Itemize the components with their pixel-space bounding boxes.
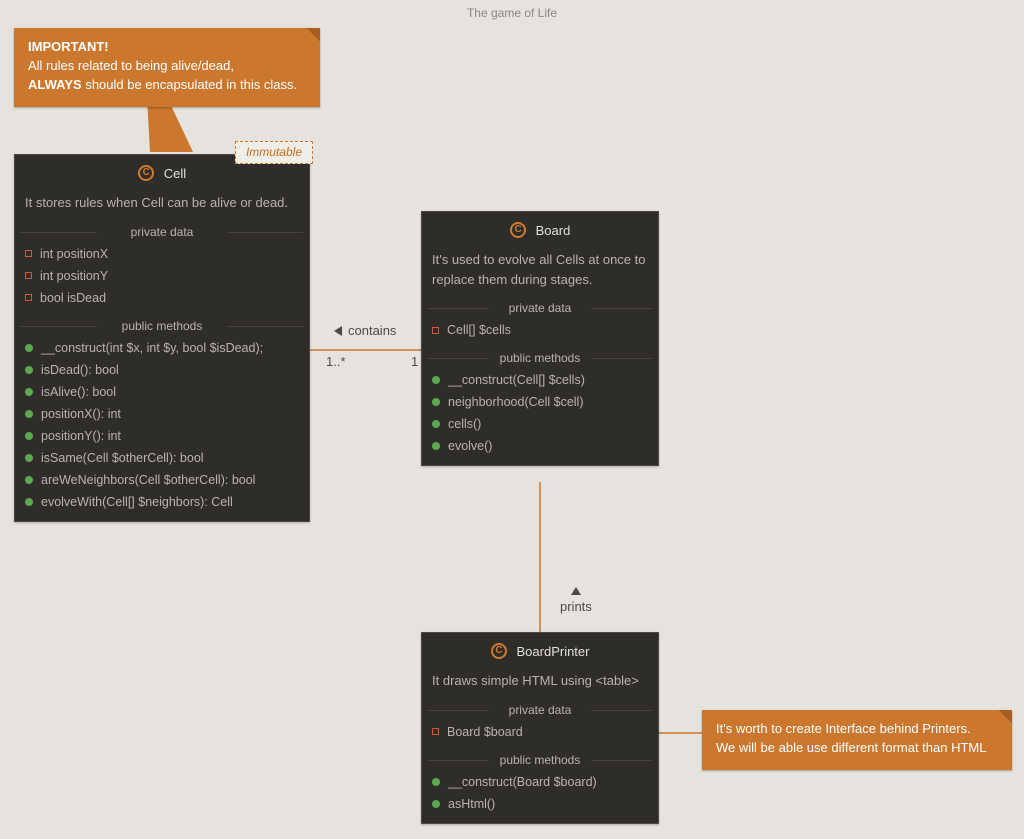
diagram-title: The game of Life [0, 6, 1024, 20]
section-private: private data [422, 701, 658, 719]
printer-methods: __construct(Board $board) asHtml() [422, 769, 658, 823]
member-text: int positionY [40, 269, 108, 283]
note-line3-rest: should be encapsulated in this class. [82, 77, 297, 92]
cell-methods: __construct(int $x, int $y, bool $isDead… [15, 335, 309, 521]
printer-fields: Board $board [422, 719, 658, 751]
mult-many: 1..* [326, 354, 346, 369]
triangle-up-icon [571, 587, 581, 595]
board-methods: __construct(Cell[] $cells) neighborhood(… [422, 367, 658, 465]
note2-line2: We will be able use different format tha… [716, 739, 998, 758]
method-icon [25, 388, 33, 396]
class-icon: C [491, 643, 507, 659]
triangle-left-icon [334, 326, 342, 336]
member-text: isAlive(): bool [41, 385, 116, 399]
section-public: public methods [15, 317, 309, 335]
class-name-printer: BoardPrinter [517, 644, 590, 659]
member-text: int positionX [40, 247, 108, 261]
class-icon: C [138, 165, 154, 181]
cell-fields: int positionX int positionY bool isDead [15, 241, 309, 317]
member-text: __construct(int $x, int $y, bool $isDead… [41, 341, 263, 355]
method-icon [432, 442, 440, 450]
member-text: neighborhood(Cell $cell) [448, 395, 584, 409]
method-icon [25, 498, 33, 506]
method-icon [432, 778, 440, 786]
member-text: areWeNeighbors(Cell $otherCell): bool [41, 473, 255, 487]
member-text: positionY(): int [41, 429, 121, 443]
member-text: __construct(Cell[] $cells) [448, 373, 585, 387]
section-public: public methods [422, 349, 658, 367]
class-boardprinter: C BoardPrinter It draws simple HTML usin… [421, 632, 659, 824]
field-icon [25, 294, 32, 301]
member-text: bool isDead [40, 291, 106, 305]
section-public: public methods [422, 751, 658, 769]
class-icon: C [510, 222, 526, 238]
class-board-desc: It's used to evolve all Cells at once to… [422, 246, 658, 299]
method-icon [25, 344, 33, 352]
member-text: Cell[] $cells [447, 323, 511, 337]
method-icon [25, 410, 33, 418]
note-cell-important: IMPORTANT! All rules related to being al… [14, 28, 320, 107]
class-printer-desc: It draws simple HTML using <table> [422, 667, 658, 701]
member-text: positionX(): int [41, 407, 121, 421]
member-text: isDead(): bool [41, 363, 119, 377]
assoc-prints-text: prints [560, 599, 592, 614]
member-text: cells() [448, 417, 481, 431]
field-icon [432, 728, 439, 735]
note-line2: All rules related to being alive/dead, [28, 57, 306, 76]
method-icon [25, 476, 33, 484]
method-icon [432, 376, 440, 384]
method-icon [432, 800, 440, 808]
note2-line1: It's worth to create Interface behind Pr… [716, 720, 998, 739]
method-icon [432, 420, 440, 428]
note-line1: IMPORTANT! [28, 39, 109, 54]
member-text: evolveWith(Cell[] $neighbors): Cell [41, 495, 233, 509]
assoc-contains: contains [334, 323, 396, 338]
method-icon [25, 366, 33, 374]
method-icon [25, 432, 33, 440]
field-icon [432, 327, 439, 334]
note-line3-strong: ALWAYS [28, 77, 82, 92]
class-cell: C Cell Immutable It stores rules when Ce… [14, 154, 310, 522]
immutable-tag: Immutable [235, 141, 313, 164]
assoc-prints: prints [560, 587, 592, 614]
member-text: isSame(Cell $otherCell): bool [41, 451, 204, 465]
method-icon [432, 398, 440, 406]
class-board: C Board It's used to evolve all Cells at… [421, 211, 659, 466]
board-fields: Cell[] $cells [422, 317, 658, 349]
class-name-cell: Cell [164, 166, 186, 181]
field-icon [25, 250, 32, 257]
member-text: evolve() [448, 439, 492, 453]
member-text: __construct(Board $board) [448, 775, 597, 789]
assoc-contains-text: contains [348, 323, 396, 338]
member-text: Board $board [447, 725, 523, 739]
note-printer-interface: It's worth to create Interface behind Pr… [702, 710, 1012, 770]
member-text: asHtml() [448, 797, 495, 811]
section-private: private data [422, 299, 658, 317]
section-private: private data [15, 223, 309, 241]
class-cell-desc: It stores rules when Cell can be alive o… [15, 189, 309, 223]
field-icon [25, 272, 32, 279]
mult-one: 1 [411, 354, 418, 369]
method-icon [25, 454, 33, 462]
class-name-board: Board [536, 223, 571, 238]
